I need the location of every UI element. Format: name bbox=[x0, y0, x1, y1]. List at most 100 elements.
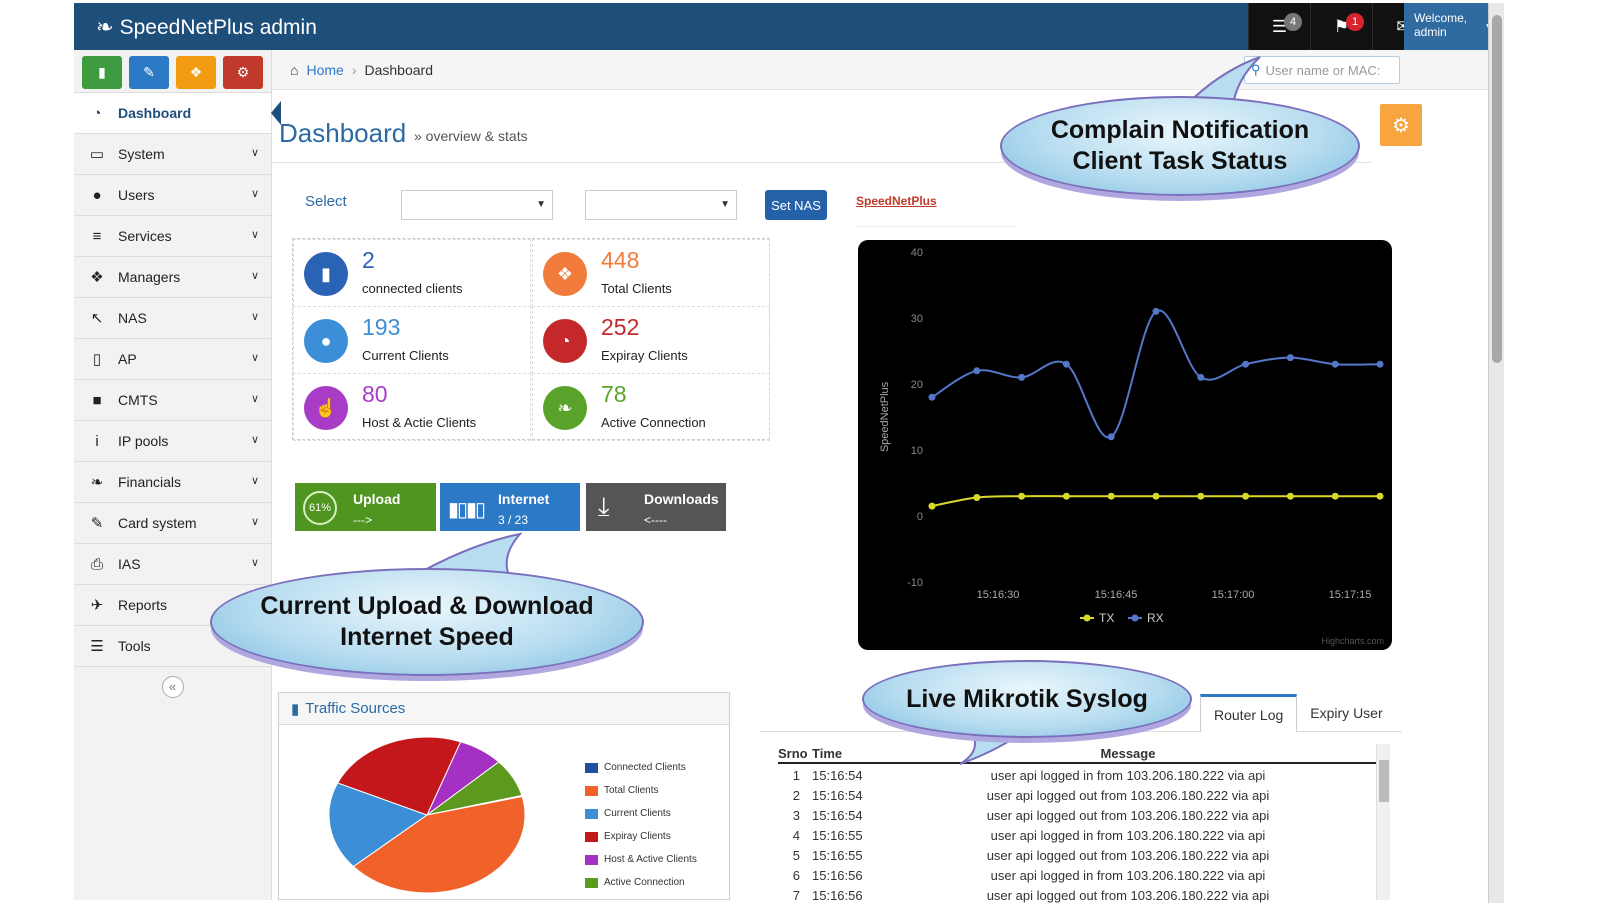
breadcrumb-bar: ⌂ Home › Dashboard ⚲ bbox=[272, 50, 1488, 90]
notifications-button[interactable]: ⚑ 1 bbox=[1310, 3, 1372, 50]
sidebar-item-label: Tools bbox=[118, 638, 151, 654]
data-point[interactable] bbox=[1152, 307, 1160, 315]
data-point[interactable] bbox=[1331, 360, 1339, 368]
sidebar-item-ip-pools[interactable]: i IP pools ∨ bbox=[74, 420, 271, 461]
shortcut-group-button[interactable]: ❖ bbox=[176, 56, 216, 89]
data-point[interactable] bbox=[973, 494, 981, 502]
group-icon: ❖ bbox=[189, 64, 203, 80]
data-point[interactable] bbox=[1376, 360, 1384, 368]
data-point[interactable] bbox=[928, 502, 936, 510]
settings-button[interactable]: ⚙ bbox=[1380, 104, 1422, 146]
data-point[interactable] bbox=[1107, 433, 1115, 441]
sidebar-item-system[interactable]: ▭ System ∨ bbox=[74, 133, 271, 174]
tab-router-log[interactable]: Router Log bbox=[1200, 694, 1298, 732]
sidebar-item-label: Dashboard bbox=[118, 105, 192, 121]
data-point[interactable] bbox=[1197, 373, 1205, 381]
y-tick-label: 40 bbox=[911, 247, 923, 259]
scrollbar-thumb[interactable] bbox=[1492, 15, 1502, 363]
sidebar-item-nas[interactable]: ↖ NAS ∨ bbox=[74, 297, 271, 338]
data-point[interactable] bbox=[1242, 492, 1250, 500]
data-point[interactable] bbox=[928, 393, 936, 401]
stat-card[interactable]: ❖ 448 Total Clients bbox=[532, 239, 770, 307]
brand[interactable]: ❧ SpeedNetPlus admin bbox=[96, 15, 317, 40]
set-nas-button[interactable]: Set NAS bbox=[765, 190, 827, 220]
data-point[interactable] bbox=[1062, 360, 1070, 368]
tasks-button[interactable]: ☰ 4 bbox=[1248, 3, 1310, 50]
traffic-pie-chart bbox=[328, 736, 526, 894]
shortcut-pencil-button[interactable]: ✎ bbox=[129, 56, 169, 89]
sidebar-item-card-system[interactable]: ✎ Card system ∨ bbox=[74, 502, 271, 543]
table-row[interactable]: 6 15:16:56 user api logged in from 103.206… bbox=[778, 868, 1368, 888]
legend-item[interactable]: Host & Active Clients bbox=[585, 848, 697, 871]
data-point[interactable] bbox=[1242, 360, 1250, 368]
table-row[interactable]: 5 15:16:55 user api logged out from 103.20… bbox=[778, 848, 1368, 868]
chevron-down-icon: ∨ bbox=[250, 147, 259, 159]
sidebar-item-label: NAS bbox=[118, 310, 147, 326]
legend-item-rx[interactable]: RX bbox=[1128, 611, 1164, 625]
stat-card[interactable]: ❧ 78 Active Connection bbox=[532, 373, 770, 441]
internet-speed-tile[interactable]: ▮▯▮▯ Internet 3 / 23 bbox=[440, 483, 580, 531]
upload-speed-tile[interactable]: 61% Upload ---> bbox=[295, 483, 436, 531]
collapse-sidebar-button[interactable]: « bbox=[161, 675, 184, 698]
sidebar-item-users[interactable]: ● Users ∨ bbox=[74, 174, 271, 215]
nas-select-2[interactable]: ▼ bbox=[585, 190, 737, 220]
sidebar-item-cmts[interactable]: ■ CMTS ∨ bbox=[74, 379, 271, 420]
legend-item-tx[interactable]: TX bbox=[1080, 611, 1114, 625]
legend-label: Active Connection bbox=[604, 877, 685, 888]
chevron-down-icon: ∨ bbox=[250, 393, 259, 405]
legend-item[interactable]: Expiray Clients bbox=[585, 825, 697, 848]
data-point[interactable] bbox=[1062, 492, 1070, 500]
page-scrollbar[interactable] bbox=[1488, 3, 1504, 903]
stat-card[interactable]: ● 193 Current Clients bbox=[293, 306, 531, 374]
data-point[interactable] bbox=[1152, 492, 1160, 500]
gear-icon: ⚙ bbox=[1392, 114, 1410, 137]
sidebar-item-ias[interactable]: ⎙ IAS ∨ bbox=[74, 543, 271, 584]
table-row[interactable]: 7 15:16:56 user api logged out from 103.20… bbox=[778, 888, 1368, 908]
callout-line: Complain Notification bbox=[1050, 116, 1310, 144]
table-row[interactable]: 2 15:16:54 user api logged out from 103.20… bbox=[778, 788, 1368, 808]
sidebar-shortcuts: ▮ ✎ ❖ ⚙ bbox=[74, 50, 271, 92]
data-point[interactable] bbox=[1376, 492, 1384, 500]
log-scrollbar[interactable] bbox=[1376, 744, 1390, 900]
stat-card[interactable]: ☝ 80 Host & Actie Clients bbox=[293, 373, 531, 441]
sidebar-item-dashboard[interactable]: ◔ Dashboard bbox=[74, 92, 281, 133]
legend-item[interactable]: Total Clients bbox=[585, 779, 697, 802]
data-point[interactable] bbox=[1197, 492, 1205, 500]
downloads-speed-tile[interactable]: ⤓ Downloads <---- bbox=[586, 483, 726, 531]
shortcut-signal-button[interactable]: ▮ bbox=[82, 56, 122, 89]
table-row[interactable]: 1 15:16:54 user api logged in from 103.206… bbox=[778, 768, 1368, 788]
legend-item[interactable]: Connected Clients bbox=[585, 756, 697, 779]
stat-card[interactable]: ▮ 2 connected clients bbox=[293, 239, 531, 307]
sidebar-item-label: CMTS bbox=[118, 392, 158, 408]
sidebar-item-services[interactable]: ≡ Services ∨ bbox=[74, 215, 271, 256]
stat-card[interactable]: ◔ 252 Expiray Clients bbox=[532, 306, 770, 374]
legend-item[interactable]: Current Clients bbox=[585, 802, 697, 825]
nas-select-1[interactable]: ▼ bbox=[401, 190, 553, 220]
data-point[interactable] bbox=[1018, 492, 1026, 500]
sidebar-item-financials[interactable]: ❧ Financials ∨ bbox=[74, 461, 271, 502]
data-point[interactable] bbox=[1331, 492, 1339, 500]
data-point[interactable] bbox=[1107, 492, 1115, 500]
data-point[interactable] bbox=[973, 367, 981, 375]
breadcrumb-home-link[interactable]: Home bbox=[306, 62, 343, 78]
data-point[interactable] bbox=[1286, 492, 1294, 500]
table-row[interactable]: 3 15:16:54 user api logged out from 103.20… bbox=[778, 808, 1368, 828]
shortcut-cogs-button[interactable]: ⚙ bbox=[223, 56, 263, 89]
data-point[interactable] bbox=[1018, 373, 1026, 381]
table-row[interactable]: 4 15:16:55 user api logged in from 103.206… bbox=[778, 828, 1368, 848]
speednetplus-link[interactable]: SpeedNetPlus bbox=[856, 194, 937, 208]
dashboard-icon: ◔ bbox=[92, 104, 102, 122]
stat-label: Host & Actie Clients bbox=[362, 415, 477, 430]
stat-label: Total Clients bbox=[601, 281, 672, 296]
stat-value: 2 bbox=[362, 247, 375, 273]
callout-complain-notification: Complain Notification Client Task Status bbox=[1000, 96, 1360, 196]
upload-gauge: 61% bbox=[303, 491, 337, 525]
data-point[interactable] bbox=[1286, 354, 1294, 362]
search-input[interactable] bbox=[1265, 62, 1394, 78]
legend-item[interactable]: Active Connection bbox=[585, 871, 697, 894]
group-icon: ❖ bbox=[543, 252, 587, 296]
log-scrollbar-thumb[interactable] bbox=[1379, 760, 1389, 802]
tab-expiry-user[interactable]: Expiry User bbox=[1297, 694, 1395, 732]
sidebar-item-ap[interactable]: ▯ AP ∨ bbox=[74, 338, 271, 379]
sidebar-item-managers[interactable]: ❖ Managers ∨ bbox=[74, 256, 271, 297]
